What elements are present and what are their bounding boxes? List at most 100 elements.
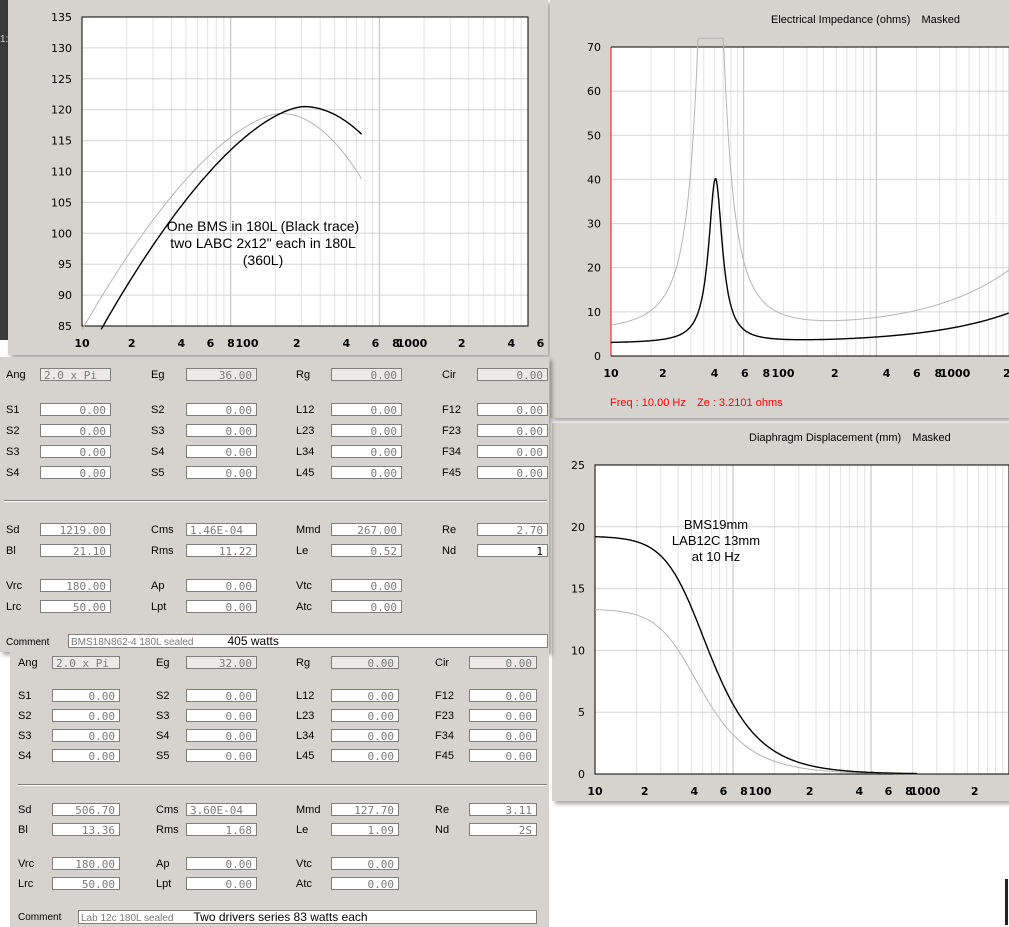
sd-label: Sd (18, 804, 32, 816)
sd-field[interactable]: 506.70 (52, 803, 120, 817)
spl-annotation: One BMS in 180L (Black trace) two LABC 2… (138, 218, 388, 269)
s2-label: S2 (156, 690, 170, 702)
displacement-chart[interactable]: 252015105010 2 4 6 8 100 2 4 6 81000 2 (552, 423, 1009, 801)
le-field[interactable]: 1.09 (331, 823, 399, 837)
s2-field[interactable]: 0.00 (186, 689, 257, 703)
rms-field[interactable]: 1.68 (186, 823, 257, 837)
f12-label: F12 (442, 404, 461, 416)
s4-label: S4 (156, 730, 170, 742)
comment-field[interactable]: Lab 12c 180L sealed Two drivers series 83… (78, 910, 537, 924)
l45-label: L45 (296, 467, 315, 479)
s2-row-field[interactable]: 0.00 (40, 424, 111, 438)
f23-field[interactable]: 0.00 (469, 709, 537, 723)
s5-label: S5 (151, 467, 165, 479)
f34-field[interactable]: 0.00 (469, 729, 537, 743)
separator (18, 784, 547, 786)
s5-field[interactable]: 0.00 (186, 466, 257, 480)
s5-field[interactable]: 0.00 (186, 749, 257, 763)
displacement-chart-window[interactable]: Diaphragm Displacement (mm) Masked 25 20 1… (552, 423, 1009, 801)
atc-field[interactable]: 0.00 (331, 877, 399, 891)
vrc-field[interactable]: 180.00 (40, 579, 111, 593)
f12-field[interactable]: 0.00 (469, 689, 537, 703)
l23-field[interactable]: 0.00 (331, 709, 399, 723)
s4-row-label: S4 (6, 467, 20, 479)
f45-field[interactable]: 0.00 (477, 466, 548, 480)
s4-field[interactable]: 0.00 (186, 729, 257, 743)
s2-field[interactable]: 0.00 (186, 403, 257, 417)
y-tick-label: 60 (587, 85, 601, 98)
s3-field[interactable]: 0.00 (186, 424, 257, 438)
spl-chart-window[interactable]: 135 130 125 120 115 110 105 100 95 90 85 10 2 4 6 8 100 2… (8, 0, 548, 355)
bl-label: Bl (6, 545, 16, 557)
f45-field[interactable]: 0.00 (469, 749, 537, 763)
vrc-field[interactable]: 180.00 (52, 857, 120, 871)
l45-field[interactable]: 0.00 (331, 466, 402, 480)
l45-field[interactable]: 0.00 (331, 749, 399, 763)
eg-field[interactable]: 36.00 (186, 368, 257, 382)
s3-row-field[interactable]: 0.00 (52, 729, 120, 743)
cir-field[interactable]: 0.00 (477, 368, 548, 382)
nd-field[interactable]: 1 (477, 544, 548, 558)
f45-label: F45 (435, 750, 454, 762)
ap-field[interactable]: 0.00 (186, 857, 257, 871)
f23-label: F23 (442, 425, 461, 437)
l23-label: L23 (296, 425, 315, 437)
le-field[interactable]: 0.52 (331, 544, 402, 558)
cms-field[interactable]: 3.60E-04 (186, 803, 257, 817)
y-tick-label: 125 (51, 73, 72, 86)
x-tick-label: 6 (913, 367, 921, 380)
s4-row-field[interactable]: 0.00 (40, 466, 111, 480)
lpt-field[interactable]: 0.00 (186, 600, 257, 614)
f23-field[interactable]: 0.00 (477, 424, 548, 438)
s3-field[interactable]: 0.00 (186, 709, 257, 723)
cir-field[interactable]: 0.00 (469, 656, 537, 670)
spl-annotation-line: (360L) (242, 252, 284, 268)
s4-row-field[interactable]: 0.00 (52, 749, 120, 763)
rg-field[interactable]: 0.00 (331, 368, 402, 382)
s1-field[interactable]: 0.00 (40, 403, 111, 417)
y-tick-label: 10 (571, 644, 585, 657)
s2-row-field[interactable]: 0.00 (52, 709, 120, 723)
sd-field[interactable]: 1219.00 (40, 523, 111, 537)
s1-field[interactable]: 0.00 (52, 689, 120, 703)
l34-field[interactable]: 0.00 (331, 729, 399, 743)
l34-field[interactable]: 0.00 (331, 445, 402, 459)
impedance-chart[interactable]: 70605040302010010 2 4 6 8 100 2 4 6 81000 2 (550, 0, 1009, 390)
vrc-label: Vrc (18, 858, 35, 870)
mmd-field[interactable]: 267.00 (331, 523, 402, 537)
vtc-field[interactable]: 0.00 (331, 857, 399, 871)
s4-field[interactable]: 0.00 (186, 445, 257, 459)
cms-field[interactable]: 1.46E-04 (186, 523, 257, 537)
l12-field[interactable]: 0.00 (331, 403, 402, 417)
atc-field[interactable]: 0.00 (331, 600, 402, 614)
ap-field[interactable]: 0.00 (186, 579, 257, 593)
bl-field[interactable]: 21.10 (40, 544, 111, 558)
nd-field[interactable]: 2S (469, 823, 537, 837)
rms-field[interactable]: 11.22 (186, 544, 257, 558)
re-field[interactable]: 3.11 (469, 803, 537, 817)
ang-field[interactable]: 2.0 x Pi (40, 368, 111, 382)
bl-field[interactable]: 13.36 (52, 823, 120, 837)
mmd-field[interactable]: 127.70 (331, 803, 399, 817)
rg-field[interactable]: 0.00 (331, 656, 399, 670)
comment-extra-text: Two drivers series 83 watts each (193, 910, 368, 924)
re-field[interactable]: 2.70 (477, 523, 548, 537)
f34-field[interactable]: 0.00 (477, 445, 548, 459)
vtc-field[interactable]: 0.00 (331, 579, 402, 593)
f12-field[interactable]: 0.00 (477, 403, 548, 417)
x-tick-label: 6 (741, 367, 749, 380)
lrc-field[interactable]: 50.00 (52, 877, 120, 891)
l23-field[interactable]: 0.00 (331, 424, 402, 438)
impedance-chart-window[interactable]: Electrical Impedance (ohms) Masked 70 60 5… (550, 0, 1009, 418)
x-tick-label: 2 (806, 785, 814, 798)
ang-field[interactable]: 2.0 x Pi (52, 656, 120, 670)
x-tick-label: 2 (1003, 367, 1009, 380)
eg-field[interactable]: 32.00 (186, 656, 257, 670)
spl-chart[interactable]: 13513012512011511010510095908510 2 4 6 8 100 2… (8, 0, 548, 355)
l12-field[interactable]: 0.00 (331, 689, 399, 703)
s3-row-field[interactable]: 0.00 (40, 445, 111, 459)
comment-field[interactable]: BMS18N862-4 180L sealed 405 watts (68, 634, 548, 648)
lpt-field[interactable]: 0.00 (186, 877, 257, 891)
lrc-field[interactable]: 50.00 (40, 600, 111, 614)
x-tick-label: 2 (641, 785, 649, 798)
